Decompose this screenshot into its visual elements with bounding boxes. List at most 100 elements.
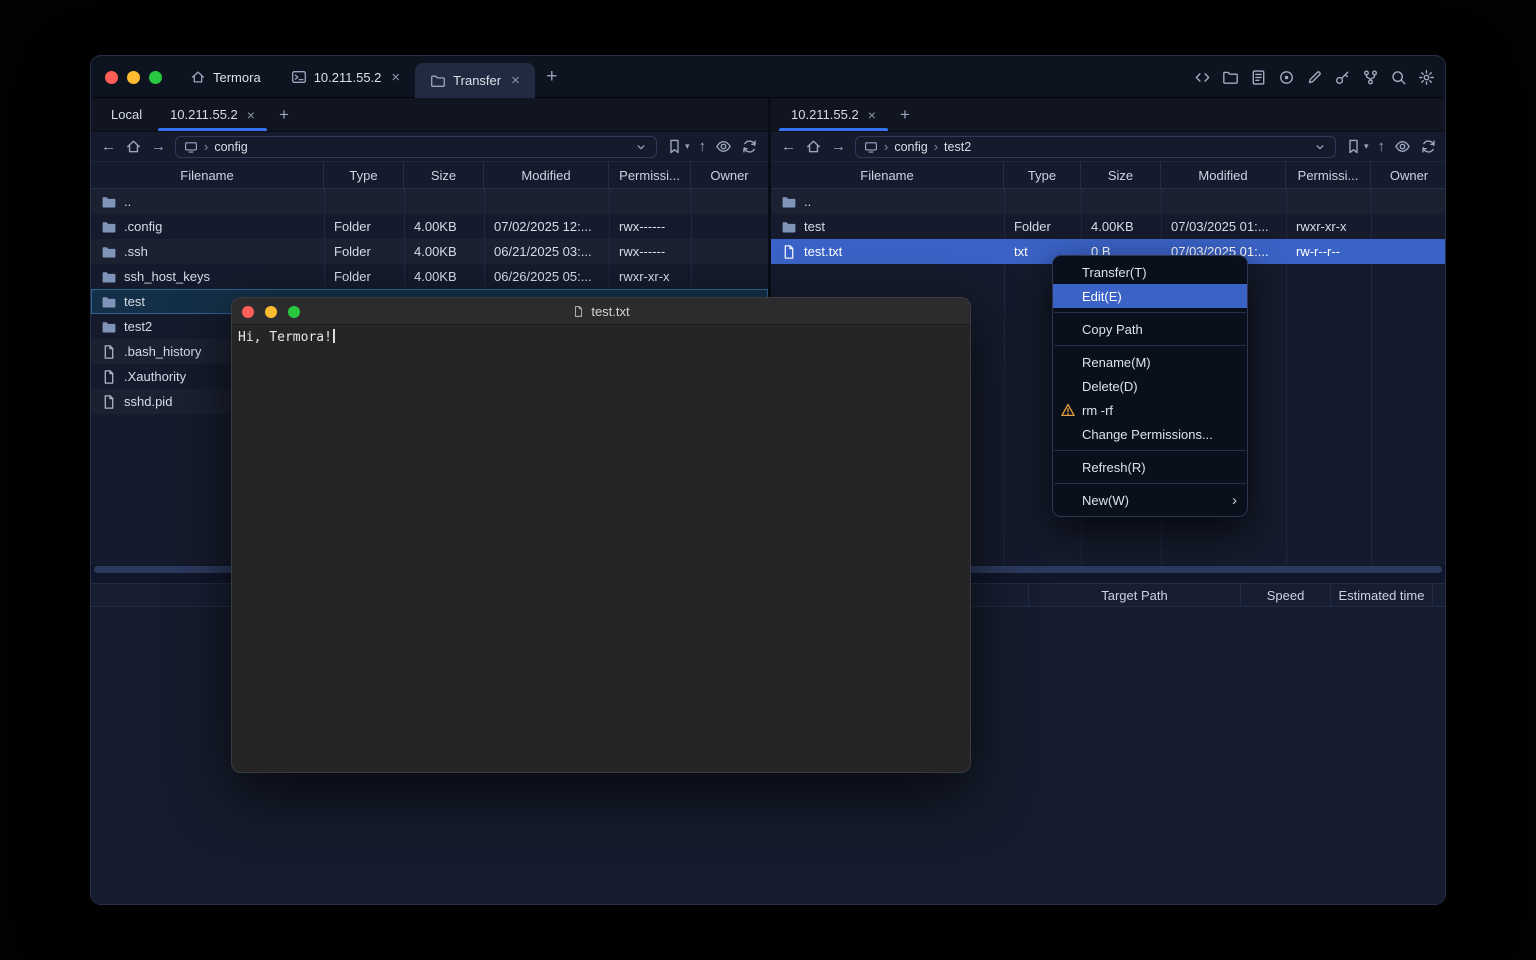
menu-item[interactable]: Edit(E) › — [1053, 284, 1247, 308]
forward-icon[interactable]: → — [831, 139, 846, 154]
eye-icon[interactable] — [1394, 138, 1411, 155]
close-tab-icon[interactable]: × — [868, 107, 876, 123]
close-window-button[interactable] — [242, 306, 254, 318]
file-row[interactable]: ssh_host_keys Folder 4.00KB 06/26/2025 0… — [91, 264, 768, 289]
left-tab-local[interactable]: Local — [97, 98, 156, 131]
menu-item-label: New(W) — [1082, 493, 1129, 508]
back-icon[interactable]: ← — [101, 139, 116, 154]
file-name: test2 — [124, 319, 152, 334]
col-header-speed[interactable]: Speed — [1241, 584, 1331, 606]
col-header-filename[interactable]: Filename — [771, 162, 1004, 188]
file-row[interactable]: test Folder 4.00KB 07/03/2025 01:... rwx… — [771, 214, 1446, 239]
submenu-chevron-icon: › — [1232, 492, 1237, 509]
close-tab-icon[interactable]: × — [391, 69, 400, 86]
col-header-type[interactable]: Type — [1004, 162, 1081, 188]
menu-item[interactable]: Refresh(R) › — [1053, 455, 1247, 479]
menu-item[interactable]: › — [1054, 450, 1246, 451]
home-icon[interactable] — [125, 138, 142, 155]
breadcrumb-segment[interactable]: config — [894, 140, 927, 154]
breadcrumb-segment[interactable]: test2 — [944, 140, 971, 154]
left-path-bar[interactable]: › config — [175, 136, 657, 158]
record-icon[interactable] — [1278, 69, 1295, 86]
close-tab-icon[interactable]: × — [511, 72, 520, 89]
breadcrumb-segment[interactable]: config — [214, 140, 247, 154]
file-modified: 07/03/2025 01:... — [1161, 219, 1286, 234]
refresh-icon[interactable] — [1420, 138, 1437, 155]
col-header-filename[interactable]: Filename — [91, 162, 324, 188]
minimize-window-button[interactable] — [265, 306, 277, 318]
menu-item[interactable]: rm -rf › — [1053, 398, 1247, 422]
menu-item[interactable]: › — [1054, 312, 1246, 313]
bookmark-icon[interactable]: ▾ — [666, 138, 690, 155]
back-icon[interactable]: ← — [781, 139, 796, 154]
col-header-size[interactable]: Size — [404, 162, 484, 188]
file-modified: 07/02/2025 12:... — [484, 219, 609, 234]
left-tab-host[interactable]: 10.211.55.2 × — [156, 98, 269, 131]
left-new-tab-button[interactable]: + — [269, 98, 299, 131]
file-row[interactable]: .. — [91, 189, 768, 214]
menu-item[interactable]: New(W) › — [1053, 488, 1247, 512]
file-row[interactable]: .. — [771, 189, 1446, 214]
zoom-window-button[interactable] — [288, 306, 300, 318]
eye-icon[interactable] — [715, 138, 732, 155]
col-header-modified[interactable]: Modified — [484, 162, 609, 188]
editor-traffic-lights — [242, 298, 300, 325]
col-header-permissions[interactable]: Permissi... — [609, 162, 691, 188]
file-name: .ssh — [124, 244, 148, 259]
close-tab-icon[interactable]: × — [247, 107, 255, 123]
up-directory-icon[interactable]: ↑ — [1378, 139, 1386, 154]
pencil-icon[interactable] — [1306, 69, 1323, 86]
menu-item[interactable]: Delete(D) › — [1053, 374, 1247, 398]
close-window-button[interactable] — [105, 71, 118, 84]
new-window-tab-button[interactable]: + — [535, 56, 569, 98]
chevron-down-icon[interactable] — [634, 140, 648, 154]
col-header-modified[interactable]: Modified — [1161, 162, 1286, 188]
col-header-permissions[interactable]: Permissi... — [1286, 162, 1371, 188]
right-tab-host[interactable]: 10.211.55.2 × — [777, 98, 890, 131]
breadcrumb-separator: › — [884, 139, 888, 154]
tab-host-session[interactable]: 10.211.55.2 × — [276, 56, 415, 98]
file-permissions: rwx------ — [609, 219, 691, 234]
chevron-down-icon[interactable] — [1313, 140, 1327, 154]
right-toolbar: ← → › config › test2 ▾ ↑ — [771, 132, 1446, 162]
minimize-window-button[interactable] — [127, 71, 140, 84]
file-type: Folder — [324, 219, 404, 234]
file-row[interactable]: .ssh Folder 4.00KB 06/21/2025 03:... rwx… — [91, 239, 768, 264]
col-header-size[interactable]: Size — [1081, 162, 1161, 188]
menu-item-label: Change Permissions... — [1082, 427, 1213, 442]
col-header-owner[interactable]: Owner — [1371, 162, 1446, 188]
refresh-icon[interactable] — [741, 138, 758, 155]
left-panel-tabs: Local 10.211.55.2 × + — [91, 98, 768, 132]
menu-item[interactable]: › — [1054, 345, 1246, 346]
settings-icon[interactable] — [1418, 69, 1435, 86]
log-icon[interactable] — [1250, 69, 1267, 86]
forward-icon[interactable]: → — [151, 139, 166, 154]
bookmark-icon[interactable]: ▾ — [1345, 138, 1369, 155]
file-row[interactable]: .config Folder 4.00KB 07/02/2025 12:... … — [91, 214, 768, 239]
tab-termora[interactable]: Termora — [175, 56, 276, 98]
titlebar-actions — [1194, 56, 1435, 98]
right-path-bar[interactable]: › config › test2 — [855, 136, 1336, 158]
home-icon[interactable] — [805, 138, 822, 155]
menu-item[interactable]: › — [1054, 483, 1246, 484]
search-icon[interactable] — [1390, 69, 1407, 86]
folder-icon[interactable] — [1222, 69, 1239, 86]
col-header-target-path[interactable]: Target Path — [1029, 584, 1241, 606]
up-directory-icon[interactable]: ↑ — [699, 139, 707, 154]
editor-titlebar[interactable]: test.txt — [232, 298, 970, 325]
tab-transfer[interactable]: Transfer × — [415, 63, 535, 98]
zoom-window-button[interactable] — [149, 71, 162, 84]
col-header-type[interactable]: Type — [324, 162, 404, 188]
code-icon[interactable] — [1194, 69, 1211, 86]
editor-content[interactable]: Hi, Termora! — [232, 325, 970, 349]
right-new-tab-button[interactable]: + — [890, 98, 920, 131]
col-header-estimated-time[interactable]: Estimated time — [1331, 584, 1433, 606]
menu-item[interactable]: Change Permissions... › — [1053, 422, 1247, 446]
branch-icon[interactable] — [1362, 69, 1379, 86]
menu-item[interactable]: Transfer(T) › — [1053, 260, 1247, 284]
menu-item-label: Copy Path — [1082, 322, 1143, 337]
col-header-owner[interactable]: Owner — [691, 162, 768, 188]
key-icon[interactable] — [1334, 69, 1351, 86]
menu-item[interactable]: Rename(M) › — [1053, 350, 1247, 374]
menu-item[interactable]: Copy Path › — [1053, 317, 1247, 341]
